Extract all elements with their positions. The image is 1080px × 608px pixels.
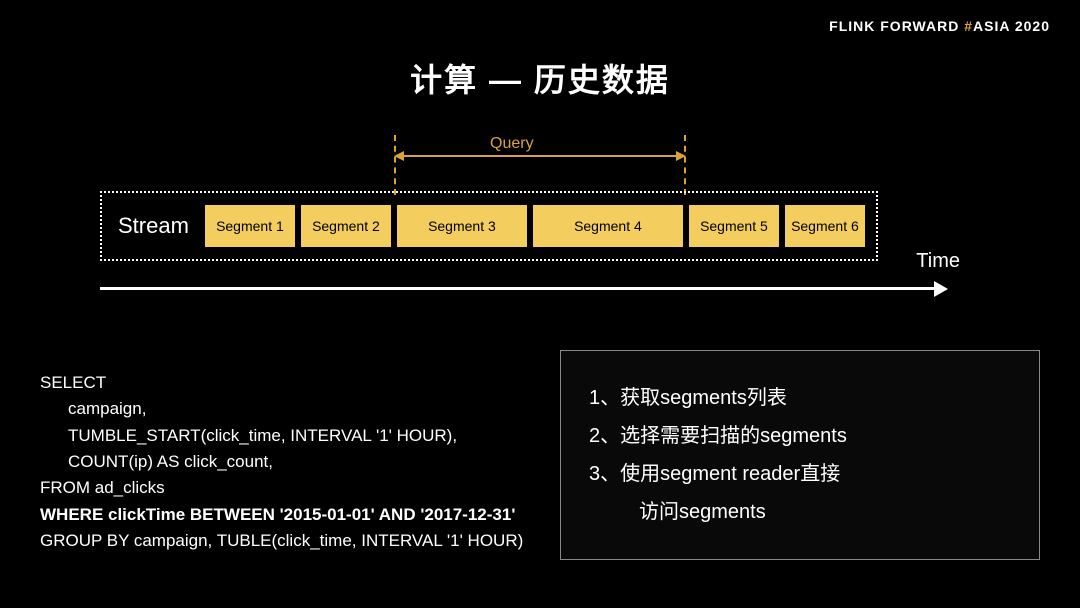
slide-title: 计算 — 历史数据 — [0, 55, 1080, 101]
sql-line: TUMBLE_START(click_time, INTERVAL '1' HO… — [40, 423, 523, 449]
stream-box: Stream Segment 1 Segment 2 Segment 3 Seg… — [100, 191, 878, 261]
sql-where-clause: WHERE clickTime BETWEEN '2015-01-01' AND… — [40, 502, 523, 528]
stream-diagram: Query Stream Segment 1 Segment 2 Segment… — [100, 135, 980, 305]
time-axis-label: Time — [916, 250, 960, 273]
sql-line: campaign, — [40, 396, 523, 422]
steps-panel: 1、获取segments列表 2、选择需要扫描的segments 3、使用seg… — [560, 350, 1040, 560]
stream-label: Stream — [114, 213, 199, 239]
sql-line: COUNT(ip) AS click_count, — [40, 449, 523, 475]
step-3-cont: 访问segments — [589, 493, 1011, 531]
header-logo: FLINK FORWARD #ASIA 2020 — [829, 18, 1050, 34]
segment-5: Segment 5 — [689, 205, 779, 247]
step-3: 3、使用segment reader直接 — [589, 455, 1011, 493]
query-range-arrow — [400, 155, 680, 157]
query-label: Query — [490, 135, 534, 153]
segment-4: Segment 4 — [533, 205, 683, 247]
segment-6: Segment 6 — [785, 205, 865, 247]
sql-line: GROUP BY campaign, TUBLE(click_time, INT… — [40, 528, 523, 554]
segment-3: Segment 3 — [397, 205, 527, 247]
brand-pre: FLINK FORWARD — [829, 18, 964, 34]
time-axis-arrow — [100, 287, 936, 290]
sql-code-block: SELECT campaign, TUMBLE_START(click_time… — [40, 370, 523, 554]
sql-line: SELECT — [40, 370, 523, 396]
query-end-marker — [684, 135, 686, 195]
brand-post: ASIA 2020 — [973, 18, 1050, 34]
segment-1: Segment 1 — [205, 205, 295, 247]
query-start-marker — [394, 135, 396, 195]
sql-line: FROM ad_clicks — [40, 475, 523, 501]
step-1: 1、获取segments列表 — [589, 379, 1011, 417]
step-2: 2、选择需要扫描的segments — [589, 417, 1011, 455]
brand-hash: # — [964, 18, 973, 34]
segment-2: Segment 2 — [301, 205, 391, 247]
